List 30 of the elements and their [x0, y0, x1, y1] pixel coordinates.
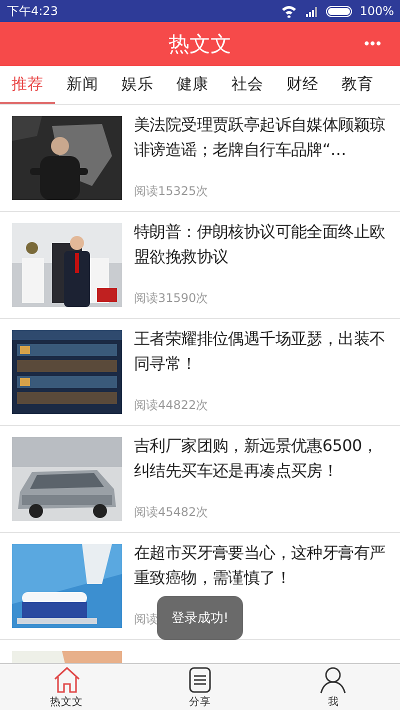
nav-tab[interactable]: 分享 — [133, 664, 267, 710]
article-title[interactable]: 吉利厂家团购，新远景优惠6500，纠结先买车还是再凑点买房！ — [134, 433, 392, 483]
article-title[interactable]: 在超市买牙膏要当心，这种牙膏有严重致癌物，需谨慎了！ — [134, 540, 392, 590]
toast-message: 登录成功! — [157, 596, 243, 640]
signal-icon — [304, 5, 318, 17]
category-tab[interactable]: 健康 — [165, 66, 220, 104]
read-count: 阅读31590次 — [134, 290, 208, 307]
menu-button[interactable]: ••• — [360, 31, 386, 55]
category-tab[interactable]: 推荐 — [0, 66, 55, 104]
app-title: 热文文 — [168, 31, 232, 58]
nav-tab[interactable]: 热文文 — [0, 664, 134, 710]
battery-icon — [326, 6, 352, 16]
person-icon — [318, 665, 348, 695]
article-title[interactable]: 王者荣耀排位偶遇千场亚瑟，出装不同寻常！ — [134, 326, 392, 376]
home-icon — [52, 665, 82, 695]
read-count: 阅读 — [134, 611, 158, 628]
status-time: 下午4:23 — [7, 2, 58, 20]
category-tab[interactable]: 娱乐 — [110, 66, 165, 104]
category-tab[interactable]: 新闻 — [55, 66, 110, 104]
read-count: 阅读45482次 — [134, 504, 208, 521]
read-count: 阅读15325次 — [134, 183, 208, 200]
battery-percent: 100% — [360, 4, 394, 18]
wifi-icon — [280, 4, 297, 18]
category-tab[interactable]: 教育 — [330, 66, 385, 104]
article-title[interactable]: 特朗普：伊朗核协议可能全面终止欧盟欲挽救协议 — [134, 219, 392, 269]
category-tab[interactable]: 财经 — [275, 66, 330, 104]
nav-tab[interactable]: 我 — [266, 664, 400, 710]
category-tab[interactable]: 社会 — [220, 66, 275, 104]
article-title[interactable]: 美法院受理贾跃亭起诉自媒体顾颖琼诽谤造谣；老牌自行车品牌“… — [134, 112, 392, 162]
read-count: 阅读44822次 — [134, 397, 208, 414]
